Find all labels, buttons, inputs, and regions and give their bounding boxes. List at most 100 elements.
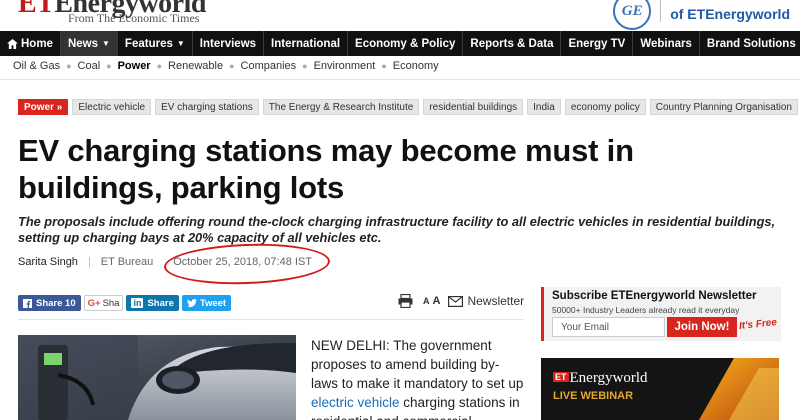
- subnav-separator: ●: [106, 61, 112, 71]
- webinar-logo-prefix: ET: [553, 372, 569, 382]
- linkedin-share-button[interactable]: in Share: [126, 295, 179, 311]
- logo-prefix: ET: [18, 0, 55, 19]
- article-headline: EV charging stations may become must in …: [18, 133, 634, 205]
- tag-primary-power[interactable]: Power »: [18, 99, 69, 115]
- tag-item[interactable]: EV charging stations: [155, 99, 259, 115]
- twitter-icon: [186, 299, 197, 307]
- nav-item-label: Webinars: [640, 37, 692, 50]
- google-plus-icon: G+: [87, 297, 101, 309]
- font-increase-button[interactable]: A: [433, 295, 441, 307]
- primary-nav: Home News ▼ Features ▼ Interviews Internat…: [0, 31, 800, 56]
- nav-item-label: Economy & Policy: [355, 37, 456, 50]
- ev-charging-photo: [18, 335, 296, 420]
- subnav-separator: ●: [302, 61, 308, 71]
- article-body-lead: NEW DELHI: The government proposes to am…: [311, 338, 524, 391]
- chevron-down-icon: ▼: [102, 39, 110, 48]
- author-name[interactable]: Sarita Singh: [18, 256, 78, 268]
- subnav-item-economy[interactable]: Economy: [393, 60, 439, 72]
- article-summary: The proposals include offering round the…: [18, 214, 776, 245]
- subnav-item-oil-gas[interactable]: Oil & Gas: [13, 60, 60, 72]
- home-icon: [7, 38, 18, 49]
- subnav-separator: ●: [229, 61, 235, 71]
- gplus-share-label: Sha: [102, 297, 120, 309]
- nav-item-label: Reports & Data: [470, 37, 554, 50]
- linkedin-icon: in: [131, 298, 144, 308]
- twitter-share-label: Tweet: [199, 297, 227, 309]
- nav-item-news[interactable]: News ▼: [60, 31, 118, 56]
- subnav-separator: ●: [156, 61, 163, 71]
- nav-item-home[interactable]: Home: [0, 31, 61, 56]
- nav-item-webinars[interactable]: Webinars: [633, 31, 700, 56]
- subnav-item-power[interactable]: Power: [118, 60, 151, 72]
- nav-item-reports-data[interactable]: Reports & Data: [463, 31, 562, 56]
- facebook-share-label: Share 10: [36, 297, 76, 309]
- newsletter-email-input[interactable]: [552, 317, 665, 337]
- nav-item-brand-solutions[interactable]: Brand Solutions▼: [700, 31, 800, 56]
- partner-divider: [660, 0, 662, 22]
- facebook-icon: [23, 298, 32, 308]
- nav-item-label: Home: [21, 37, 53, 50]
- nav-item-label: International: [271, 37, 341, 50]
- share-bar: Share 10 G+ Sha in Share Tweet: [18, 295, 232, 311]
- share-divider: [18, 319, 523, 320]
- webinar-logo-text: Energyworld: [569, 370, 648, 386]
- tag-item[interactable]: economy policy: [564, 99, 646, 115]
- newsletter-title: Subscribe ETEnergyworld Newsletter: [552, 290, 757, 302]
- ge-logo-icon: GE: [613, 0, 652, 30]
- chevron-down-icon: ▼: [176, 39, 185, 48]
- subnav-item-environment[interactable]: Environment: [314, 60, 376, 72]
- publish-date: October 25, 2018, 07:48 IST: [173, 256, 312, 268]
- webinar-ad[interactable]: ET Energyworld LIVE WEBINAR: [541, 358, 779, 420]
- tag-item[interactable]: The Energy & Research Institute: [262, 99, 420, 115]
- nav-item-label: Features: [124, 37, 173, 50]
- subnav-item-renewable[interactable]: Renewable: [168, 60, 223, 72]
- subnav-item-companies[interactable]: Companies: [241, 60, 297, 72]
- article-body: NEW DELHI: The government proposes to am…: [311, 336, 526, 420]
- nav-item-label: Brand Solutions: [706, 37, 796, 50]
- subnav-separator: ●: [381, 61, 387, 71]
- nav-item-interviews[interactable]: Interviews: [193, 31, 265, 56]
- nav-item-label: Interviews: [199, 37, 257, 50]
- nav-item-features[interactable]: Features ▼: [118, 31, 193, 56]
- font-decrease-button[interactable]: A: [423, 296, 430, 306]
- subnav-divider: [0, 79, 800, 80]
- newsletter-free-label: It's Free: [738, 317, 778, 332]
- nav-item-energy-tv[interactable]: Energy TV: [561, 31, 634, 56]
- newsletter-subtitle: 50000+ Industry Leaders already read it …: [552, 305, 740, 315]
- twitter-share-button[interactable]: Tweet: [181, 295, 232, 311]
- facebook-share-button[interactable]: Share 10: [18, 295, 81, 311]
- tag-item[interactable]: Electric vehicle: [72, 99, 152, 115]
- partner-logo[interactable]: GE of ETEnergyworld: [613, 0, 790, 30]
- article-tools: A A Newsletter: [398, 294, 524, 308]
- mail-icon: [448, 295, 464, 307]
- article-image: [18, 335, 296, 420]
- newsletter-signup-box: Subscribe ETEnergyworld Newsletter 50000…: [541, 287, 781, 341]
- linkedin-share-label: Share: [147, 297, 174, 309]
- article-byline: Sarita Singh | ET Bureau October 25, 201…: [18, 256, 312, 268]
- nav-item-label: Energy TV: [568, 37, 626, 50]
- article-source: ET Bureau: [100, 256, 154, 268]
- subnav-item-coal[interactable]: Coal: [78, 60, 101, 72]
- tag-item[interactable]: India: [527, 99, 561, 115]
- tag-item[interactable]: residential buildings: [423, 99, 524, 115]
- partner-text: of ETEnergyworld: [670, 6, 790, 22]
- nav-item-label: News: [67, 37, 98, 50]
- article-link-electric-vehicle[interactable]: electric vehicle: [311, 395, 400, 410]
- webinar-ad-logo: ET Energyworld: [553, 370, 648, 387]
- newsletter-link[interactable]: Newsletter: [448, 294, 524, 308]
- subnav-separator: ●: [66, 61, 72, 71]
- site-brand[interactable]: ETEnergyworld From The Economic Times: [18, 0, 278, 26]
- newsletter-link-label: Newsletter: [467, 294, 525, 308]
- sub-nav: Oil & Gas ● Coal ● Power ● Renewable ● Compa…: [13, 60, 439, 72]
- site-subtitle: From The Economic Times: [68, 11, 200, 25]
- byline-separator: |: [87, 256, 91, 268]
- nav-item-international[interactable]: International: [264, 31, 349, 56]
- newsletter-join-button[interactable]: Join Now!: [667, 317, 737, 337]
- webinar-ad-artwork: [699, 358, 779, 420]
- nav-item-economy-policy[interactable]: Economy & Policy: [348, 31, 464, 56]
- print-icon[interactable]: [398, 294, 413, 308]
- gplus-share-button[interactable]: G+ Sha: [83, 295, 124, 311]
- tag-item[interactable]: Country Planning Organisation: [649, 99, 798, 115]
- tag-list: Power » Electric vehicle EV charging sta…: [18, 99, 798, 115]
- webinar-live-label: LIVE WEBINAR: [553, 390, 634, 402]
